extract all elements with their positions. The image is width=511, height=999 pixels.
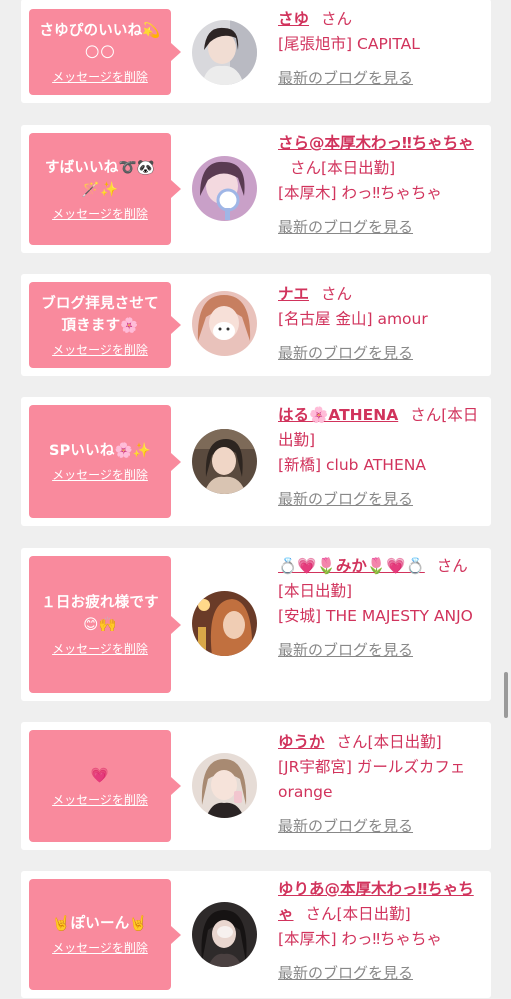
cast-info: さゆ さん [尾張旭市] CAPITAL 最新のブログを見る bbox=[278, 7, 480, 91]
avatar[interactable] bbox=[192, 20, 257, 85]
message-bubble: ブログ拝見させて頂きます🌸 メッセージを削除 bbox=[29, 282, 181, 368]
girl-photo-avatar-icon bbox=[192, 591, 257, 656]
message-feed: さゆぴのいいね💫🌕🌕 メッセージを削除 さゆ さん [尾張旭市] CAPITAL … bbox=[0, 0, 511, 999]
delete-message-link[interactable]: メッセージを削除 bbox=[52, 68, 148, 85]
shop-info: [安城] THE MAJESTY ANJO bbox=[278, 607, 473, 625]
cast-name-link[interactable]: ナエ bbox=[278, 285, 309, 303]
girl-photo-avatar-icon bbox=[192, 902, 257, 967]
honorific: さん bbox=[336, 733, 368, 751]
message-text: SPいいね🌸✨ bbox=[48, 443, 152, 459]
delete-message-link[interactable]: メッセージを削除 bbox=[52, 640, 148, 657]
message-text: ブログ拝見させて頂きます🌸 bbox=[41, 295, 159, 334]
message-card: 💗 メッセージを削除 ゆうか さん[本日出勤] [JR宇都宮] ガールズカフェ o… bbox=[21, 722, 491, 850]
message-bubble: 💗 メッセージを削除 bbox=[29, 730, 181, 842]
shop-info: [新橋] club ATHENA bbox=[278, 456, 426, 474]
girl-photo-avatar-icon bbox=[192, 429, 257, 494]
honorific: さん bbox=[290, 159, 322, 177]
message-text: 💗 bbox=[90, 767, 110, 784]
latest-blog-link[interactable]: 最新のブログを見る bbox=[278, 814, 480, 839]
delete-message-link[interactable]: メッセージを削除 bbox=[52, 466, 148, 483]
cast-info: ナエ さん [名古屋 金山] amour 最新のブログを見る bbox=[278, 282, 480, 366]
girl-photo-avatar-icon bbox=[192, 156, 257, 221]
delete-message-link[interactable]: メッセージを削除 bbox=[52, 341, 148, 358]
cast-name-link[interactable]: さゆ bbox=[278, 10, 309, 28]
status-text: [本日出勤] bbox=[278, 582, 353, 600]
latest-blog-link[interactable]: 最新のブログを見る bbox=[278, 215, 480, 240]
honorific: さん bbox=[410, 406, 442, 424]
message-text: さゆぴのいいね💫🌕🌕 bbox=[39, 22, 161, 61]
cast-name-link[interactable]: さら@本厚木わっ‼︎ちゃちゃ bbox=[278, 134, 474, 152]
shop-info: [名古屋 金山] amour bbox=[278, 310, 428, 328]
avatar[interactable] bbox=[192, 429, 257, 494]
status-text: [本日出勤] bbox=[367, 733, 442, 751]
honorific: さん bbox=[321, 285, 353, 303]
honorific: さん bbox=[305, 905, 337, 923]
message-card: ブログ拝見させて頂きます🌸 メッセージを削除 ナエ さん [名古屋 金山] amo… bbox=[21, 274, 491, 376]
message-text: すばいいね➰🐼🪄✨ bbox=[44, 159, 155, 198]
message-bubble: すばいいね➰🐼🪄✨ メッセージを削除 bbox=[29, 133, 181, 245]
cast-info: ゆうか さん[本日出勤] [JR宇都宮] ガールズカフェ orange 最新のブロ… bbox=[278, 730, 480, 839]
message-bubble: さゆぴのいいね💫🌕🌕 メッセージを削除 bbox=[29, 9, 181, 95]
message-card: 🤘ぽいーん🤘 メッセージを削除 ゆりあ@本厚木わっ‼︎ちゃちゃ さん[本日出勤] … bbox=[21, 871, 491, 998]
avatar[interactable] bbox=[192, 591, 257, 656]
status-text: [本日出勤] bbox=[336, 905, 411, 923]
latest-blog-link[interactable]: 最新のブログを見る bbox=[278, 638, 480, 663]
message-card: SPいいね🌸✨ メッセージを削除 はる🌸ATHENA さん[本日出勤] [新橋] … bbox=[21, 397, 491, 526]
honorific: さん bbox=[436, 557, 468, 575]
delete-message-link[interactable]: メッセージを削除 bbox=[52, 205, 148, 222]
avatar[interactable] bbox=[192, 291, 257, 356]
latest-blog-link[interactable]: 最新のブログを見る bbox=[278, 66, 480, 91]
delete-message-link[interactable]: メッセージを削除 bbox=[52, 791, 148, 808]
cast-info: 💍💗🌷みか🌷💗💍 さん [本日出勤] [安城] THE MAJESTY ANJO 最… bbox=[278, 554, 480, 663]
shop-info: [本厚木] わっ‼︎ちゃちゃ bbox=[278, 930, 443, 948]
girl-photo-avatar-icon bbox=[192, 291, 257, 356]
latest-blog-link[interactable]: 最新のブログを見る bbox=[278, 487, 480, 512]
latest-blog-link[interactable]: 最新のブログを見る bbox=[278, 341, 480, 366]
girl-photo-avatar-icon bbox=[192, 20, 257, 85]
honorific: さん bbox=[321, 10, 353, 28]
status-text: [本日出勤] bbox=[321, 159, 396, 177]
avatar[interactable] bbox=[192, 156, 257, 221]
message-bubble: 🤘ぽいーん🤘 メッセージを削除 bbox=[29, 879, 181, 990]
message-text: 🤘ぽいーん🤘 bbox=[52, 916, 148, 932]
message-bubble: SPいいね🌸✨ メッセージを削除 bbox=[29, 405, 181, 518]
cast-name-link[interactable]: はる🌸ATHENA bbox=[278, 406, 398, 424]
message-bubble: １日お疲れ様です😊🙌 メッセージを削除 bbox=[29, 556, 181, 693]
delete-message-link[interactable]: メッセージを削除 bbox=[52, 939, 148, 956]
latest-blog-link[interactable]: 最新のブログを見る bbox=[278, 961, 480, 986]
shop-info: [JR宇都宮] ガールズカフェ orange bbox=[278, 758, 466, 801]
shop-info: [尾張旭市] CAPITAL bbox=[278, 35, 420, 53]
shop-info: [本厚木] わっ‼︎ちゃちゃ bbox=[278, 184, 443, 202]
avatar[interactable] bbox=[192, 902, 257, 967]
cast-name-link[interactable]: 💍💗🌷みか🌷💗💍 bbox=[278, 557, 425, 575]
girl-photo-avatar-icon bbox=[192, 753, 257, 818]
message-text: １日お疲れ様です😊🙌 bbox=[41, 595, 159, 633]
cast-info: ゆりあ@本厚木わっ‼︎ちゃちゃ さん[本日出勤] [本厚木] わっ‼︎ちゃちゃ 最… bbox=[278, 877, 480, 986]
message-card: すばいいね➰🐼🪄✨ メッセージを削除 さら@本厚木わっ‼︎ちゃちゃさん[本日出勤… bbox=[21, 125, 491, 253]
scrollbar[interactable] bbox=[504, 672, 508, 718]
avatar[interactable] bbox=[192, 753, 257, 818]
cast-name-link[interactable]: ゆうか bbox=[278, 733, 325, 751]
cast-info: はる🌸ATHENA さん[本日出勤] [新橋] club ATHENA 最新のブロ… bbox=[278, 403, 480, 512]
message-card: １日お疲れ様です😊🙌 メッセージを削除 💍💗🌷みか🌷💗💍 さん [本日出勤] [安城… bbox=[21, 548, 491, 701]
cast-info: さら@本厚木わっ‼︎ちゃちゃさん[本日出勤] [本厚木] わっ‼︎ちゃちゃ 最新… bbox=[278, 131, 480, 240]
message-card: さゆぴのいいね💫🌕🌕 メッセージを削除 さゆ さん [尾張旭市] CAPITAL … bbox=[21, 0, 491, 103]
